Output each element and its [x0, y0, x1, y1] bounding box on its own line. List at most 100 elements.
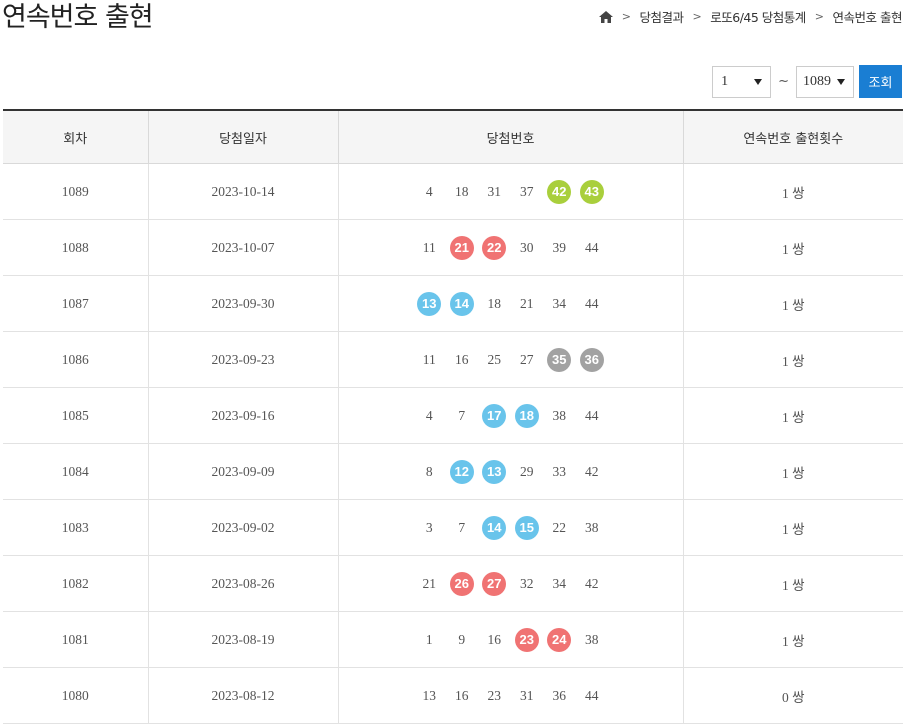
round-cell: 1089	[3, 163, 149, 220]
round-cell: 1085	[3, 387, 149, 444]
consecutive-number-ball: 23	[511, 627, 544, 652]
header-numbers: 당첨번호	[338, 110, 684, 164]
number-ball: 42	[547, 179, 572, 204]
winning-number: 34	[552, 575, 567, 591]
number-ball: 13	[417, 291, 442, 316]
winning-numbers: 13 16 23 31 36 44	[340, 684, 682, 708]
winning-number: 18	[487, 295, 502, 311]
round-cell: 1086	[3, 331, 149, 388]
consecutive-count-cell: 1 쌍	[683, 275, 903, 332]
table-row: 1086 2023-09-23 11 16 25 27 35 36 1 쌍	[3, 331, 903, 388]
date-cell: 2023-09-23	[148, 331, 339, 388]
caret-down-icon	[837, 78, 845, 85]
table-row: 1082 2023-08-26 21 26 27 32 34 42 1 쌍	[3, 555, 903, 612]
search-button[interactable]: 조회	[859, 65, 902, 98]
winning-number: 22	[552, 519, 567, 535]
winning-number: 23	[487, 687, 502, 703]
date-cell: 2023-10-14	[148, 163, 339, 220]
winning-number: 44	[585, 687, 599, 703]
winning-number: 16	[455, 351, 469, 367]
consecutive-count-cell: 1 쌍	[683, 499, 903, 556]
round-range-filter: 1 ~ 1089 조회	[712, 65, 902, 98]
consecutive-number-ball: 27	[478, 571, 511, 596]
consecutive-number-ball: 12	[446, 459, 479, 484]
date-cell: 2023-08-26	[148, 555, 339, 612]
winning-number: 37	[520, 183, 534, 199]
chevron-right-icon: >	[692, 10, 702, 23]
consecutive-count-cell: 1 쌍	[683, 387, 903, 444]
consecutive-number-ball: 43	[576, 179, 609, 204]
chevron-right-icon: >	[621, 10, 631, 23]
range-separator: ~	[778, 74, 789, 89]
winning-number: 18	[455, 183, 469, 199]
page-title: 연속번호 출현	[2, 2, 154, 33]
breadcrumb: > 당첨결과 > 로또6/45 당첨통계 > 연속번호 출현	[598, 7, 903, 26]
breadcrumb-item-stats[interactable]: 로또6/45 당첨통계	[710, 7, 806, 26]
consecutive-number-ball: 26	[446, 571, 479, 596]
winning-number: 16	[455, 687, 469, 703]
number-ball: 17	[482, 403, 507, 428]
winning-number: 44	[585, 407, 599, 423]
caret-down-icon	[754, 78, 763, 85]
winning-number: 27	[520, 351, 534, 367]
header-round: 회차	[3, 110, 149, 164]
winning-number: 8	[425, 463, 433, 479]
numbers-cell: 13 14 18 21 34 44	[338, 275, 684, 332]
winning-numbers: 13 14 18 21 34 44	[340, 291, 682, 316]
winning-numbers: 11 21 22 30 39 44	[340, 235, 682, 260]
consecutive-number-ball: 35	[543, 347, 576, 372]
winning-number: 44	[585, 295, 599, 311]
winning-number: 11	[422, 239, 436, 255]
winning-number: 7	[458, 407, 466, 423]
round-cell: 1081	[3, 611, 149, 668]
table-row: 1087 2023-09-30 13 14 18 21 34 44 1 쌍	[3, 275, 903, 332]
consecutive-number-ball: 24	[543, 627, 576, 652]
to-round-select[interactable]: 1089	[796, 65, 854, 98]
date-cell: 2023-09-09	[148, 443, 339, 500]
consecutive-count-cell: 1 쌍	[683, 443, 903, 500]
consecutive-number-ball: 14	[446, 291, 479, 316]
round-cell: 1087	[3, 275, 149, 332]
winning-number: 31	[520, 687, 534, 703]
number-ball: 27	[482, 571, 507, 596]
winning-number: 38	[552, 407, 567, 423]
number-ball: 43	[579, 179, 604, 204]
winning-number: 36	[552, 687, 567, 703]
from-round-select[interactable]: 1	[712, 65, 772, 98]
consecutive-number-ball: 42	[543, 179, 576, 204]
numbers-cell: 4 7 17 18 38 44	[338, 387, 684, 444]
winning-number: 3	[425, 519, 433, 535]
winning-number: 32	[520, 575, 534, 591]
consecutive-numbers-table: 회차 당첨일자 당첨번호 연속번호 출현횟수 1089 2023-10-14 4 18…	[3, 109, 903, 724]
winning-number: 44	[585, 239, 599, 255]
winning-numbers: 11 16 25 27 35 36	[340, 347, 682, 372]
number-ball: 14	[482, 515, 507, 540]
number-ball: 35	[547, 347, 572, 372]
winning-number: 38	[585, 631, 599, 647]
date-cell: 2023-08-19	[148, 611, 339, 668]
consecutive-count-cell: 1 쌍	[683, 163, 903, 220]
round-cell: 1083	[3, 499, 149, 556]
date-cell: 2023-09-30	[148, 275, 339, 332]
header-date: 당첨일자	[148, 110, 339, 164]
winning-number: 42	[585, 463, 599, 479]
home-icon[interactable]	[598, 10, 613, 23]
consecutive-number-ball: 13	[478, 459, 511, 484]
round-cell: 1080	[3, 667, 149, 724]
winning-numbers: 3 7 14 15 22 38	[340, 515, 682, 540]
numbers-cell: 11 21 22 30 39 44	[338, 219, 684, 276]
winning-number: 13	[422, 687, 437, 703]
number-ball: 23	[514, 627, 539, 652]
breadcrumb-item-results[interactable]: 당첨결과	[640, 7, 685, 26]
breadcrumb-item-current: 연속번호 출현	[832, 10, 903, 25]
header-count: 연속번호 출현횟수	[683, 110, 903, 164]
number-ball: 21	[449, 235, 474, 260]
consecutive-number-ball: 21	[446, 235, 479, 260]
consecutive-count-cell: 0 쌍	[683, 667, 903, 724]
winning-number: 7	[458, 519, 466, 535]
date-cell: 2023-10-07	[148, 219, 339, 276]
table-row: 1089 2023-10-14 4 18 31 37 42 43 1 쌍	[3, 163, 903, 220]
winning-numbers: 21 26 27 32 34 42	[340, 571, 682, 596]
date-cell: 2023-09-02	[148, 499, 339, 556]
winning-number: 9	[458, 631, 466, 647]
